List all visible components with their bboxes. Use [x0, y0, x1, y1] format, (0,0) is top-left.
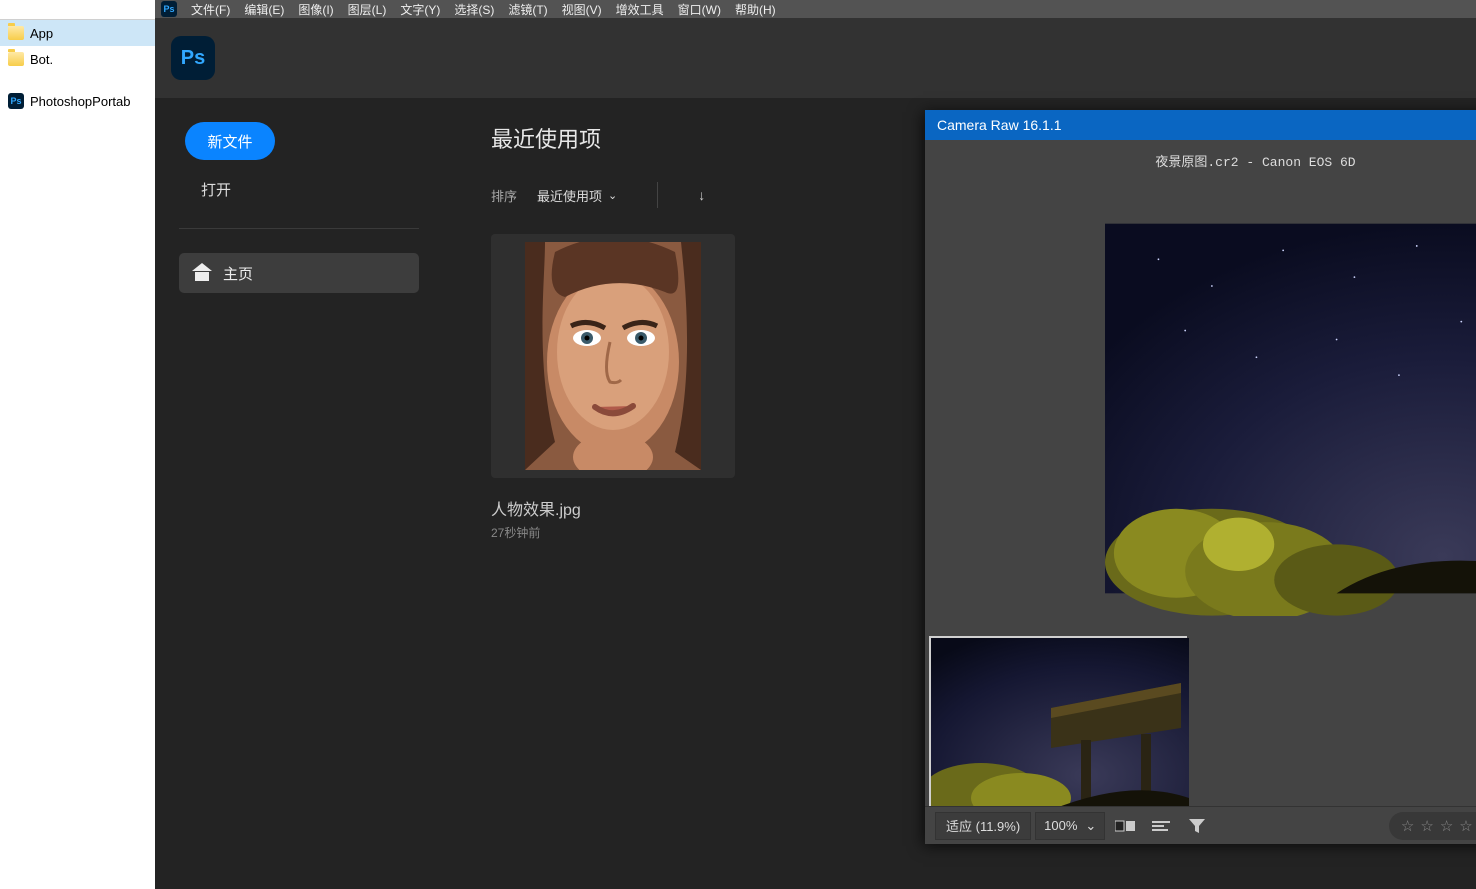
nav-home[interactable]: 主页: [179, 253, 419, 293]
explorer-item-psportable[interactable]: Ps PhotoshopPortab: [0, 88, 155, 114]
portrait-image: [525, 242, 701, 470]
menu-bar: Ps 文件(F) 编辑(E) 图像(I) 图层(L) 文字(Y) 选择(S) 滤…: [155, 0, 1476, 18]
zoom-select[interactable]: 100% ⌄: [1035, 812, 1105, 840]
menu-help[interactable]: 帮助(H): [735, 1, 776, 18]
camera-raw-dialog: Camera Raw 16.1.1 夜景原图.cr2 - Canon EOS 6…: [925, 110, 1476, 844]
ps-badge-icon: Ps: [161, 1, 177, 17]
sort-label: 排序: [491, 186, 517, 205]
open-button[interactable]: 打开: [179, 170, 419, 208]
explorer-header: [0, 0, 155, 20]
menu-type[interactable]: 文字(Y): [400, 1, 440, 18]
explorer-item-bot[interactable]: Bot.: [0, 46, 155, 72]
explorer-item-label: Bot.: [30, 52, 53, 67]
explorer-item-app[interactable]: App: [0, 20, 155, 46]
before-after-icon[interactable]: [1109, 812, 1141, 840]
fit-zoom-label[interactable]: 适应 (11.9%): [935, 812, 1031, 840]
photoshop-window: Ps 文件(F) 编辑(E) 图像(I) 图层(L) 文字(Y) 选择(S) 滤…: [155, 0, 1476, 889]
chevron-down-icon: ⌄: [608, 189, 617, 202]
menu-layer[interactable]: 图层(L): [348, 1, 387, 18]
chevron-down-icon: ⌄: [1085, 818, 1096, 834]
recent-file-card[interactable]: 人物效果.jpg 27秒钟前: [491, 234, 735, 541]
star-icon[interactable]: ☆: [1401, 817, 1414, 835]
home-icon: [193, 265, 211, 281]
star-icon[interactable]: ☆: [1440, 817, 1453, 835]
filmstrip-image: [931, 638, 1189, 810]
menu-edit[interactable]: 编辑(E): [244, 1, 284, 18]
menu-select[interactable]: 选择(S): [454, 1, 494, 18]
folder-icon: [8, 26, 24, 40]
night-scene-image: [1105, 201, 1476, 616]
top-strip: Ps: [155, 18, 1476, 98]
recent-file-time: 27秒钟前: [491, 524, 735, 541]
camera-raw-file-info: 夜景原图.cr2 - Canon EOS 6D: [925, 140, 1476, 180]
recent-thumbnail: [491, 234, 735, 478]
menu-image[interactable]: 图像(I): [298, 1, 333, 18]
sort-dropdown[interactable]: 最近使用项 ⌄: [537, 186, 617, 205]
recent-file-name: 人物效果.jpg: [491, 496, 735, 520]
ps-file-icon: Ps: [8, 93, 24, 109]
menu-window[interactable]: 窗口(W): [678, 1, 721, 18]
menu-view[interactable]: 视图(V): [562, 1, 602, 18]
zoom-value: 100%: [1044, 818, 1077, 833]
separator: [657, 182, 658, 208]
explorer-item-label: PhotoshopPortab: [30, 94, 130, 109]
levels-icon[interactable]: [1145, 812, 1177, 840]
home-sidebar: 新文件 打开 主页: [155, 98, 443, 889]
folder-icon: [8, 52, 24, 66]
nav-home-label: 主页: [223, 263, 253, 284]
explorer-item-label: App: [30, 26, 53, 41]
menu-plugins[interactable]: 增效工具: [616, 1, 664, 18]
sort-value: 最近使用项: [537, 186, 602, 205]
menu-file[interactable]: 文件(F): [191, 1, 230, 18]
star-icon[interactable]: ☆: [1420, 817, 1433, 835]
ps-logo-icon: Ps: [171, 36, 215, 80]
star-icon[interactable]: ☆: [1459, 817, 1472, 835]
filmstrip: [925, 626, 1476, 806]
menu-filter[interactable]: 滤镜(T): [508, 1, 547, 18]
camera-raw-bottom-bar: 适应 (11.9%) 100% ⌄ ☆ ☆ ☆ ☆: [925, 806, 1476, 844]
sort-direction-icon[interactable]: ↓: [698, 187, 705, 203]
rating-stars: ☆ ☆ ☆ ☆ ☆ ☆ ☆ ☆ ☆: [1389, 812, 1476, 840]
file-explorer-panel: App Bot. Ps PhotoshopPortab: [0, 0, 155, 889]
camera-raw-preview[interactable]: [925, 180, 1476, 626]
filter-icon[interactable]: [1181, 812, 1213, 840]
new-file-button[interactable]: 新文件: [185, 122, 275, 160]
camera-raw-titlebar[interactable]: Camera Raw 16.1.1: [925, 110, 1476, 140]
sidebar-divider: [179, 228, 419, 229]
filmstrip-thumb[interactable]: [929, 636, 1187, 808]
